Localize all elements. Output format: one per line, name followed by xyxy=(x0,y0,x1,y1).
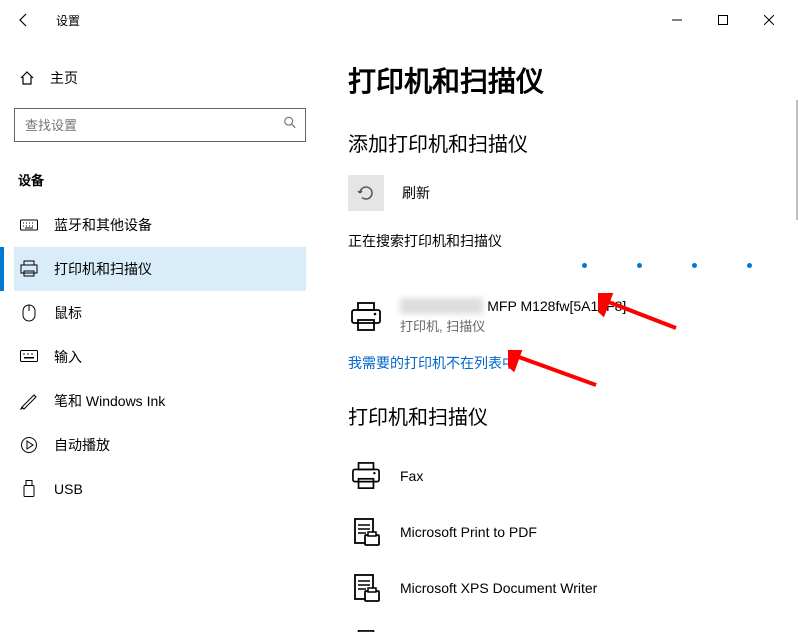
refresh-button[interactable] xyxy=(348,175,384,211)
home-label: 主页 xyxy=(50,68,78,88)
progress-dot xyxy=(692,263,697,268)
progress-dots xyxy=(348,263,772,268)
found-printer-item[interactable]: ████████ MFP M128fw[5A18F8] 打印机, 扫描仪 xyxy=(348,292,772,353)
sidebar-item-label: USB xyxy=(54,481,83,497)
device-item-onenote[interactable]: OneNote xyxy=(348,616,772,632)
keyboard-icon xyxy=(20,216,38,234)
document-printer-icon xyxy=(348,514,384,550)
sidebar-section-header: 设备 xyxy=(14,166,306,203)
sidebar-item-mouse[interactable]: 鼠标 xyxy=(14,291,306,335)
mouse-icon xyxy=(20,304,38,322)
arrow-left-icon xyxy=(16,12,32,28)
search-box[interactable] xyxy=(14,108,306,142)
close-button[interactable] xyxy=(746,4,792,36)
printer-icon xyxy=(20,260,38,278)
search-icon xyxy=(283,116,297,135)
document-printer-icon xyxy=(348,570,384,606)
sidebar-item-label: 蓝牙和其他设备 xyxy=(54,215,152,235)
printer-icon xyxy=(348,458,384,494)
back-button[interactable] xyxy=(8,4,40,36)
progress-dot xyxy=(582,263,587,268)
typing-icon xyxy=(20,348,38,366)
sidebar-item-label: 笔和 Windows Ink xyxy=(54,391,165,411)
redacted-text: ████████ xyxy=(400,298,483,314)
device-item-print-pdf[interactable]: Microsoft Print to PDF xyxy=(348,504,772,560)
refresh-row: 刷新 xyxy=(348,175,772,211)
device-item-fax[interactable]: Fax xyxy=(348,448,772,504)
sidebar-item-autoplay[interactable]: 自动播放 xyxy=(14,423,306,467)
sidebar-item-bluetooth[interactable]: 蓝牙和其他设备 xyxy=(14,203,306,247)
printer-icon xyxy=(348,626,384,632)
device-item-xps-writer[interactable]: Microsoft XPS Document Writer xyxy=(348,560,772,616)
sidebar-item-label: 打印机和扫描仪 xyxy=(54,259,152,279)
pen-icon xyxy=(20,392,38,410)
progress-dot xyxy=(637,263,642,268)
home-icon xyxy=(18,69,36,87)
found-printer-name: ████████ MFP M128fw[5A18F8] xyxy=(400,298,626,314)
device-name: Microsoft XPS Document Writer xyxy=(400,580,597,596)
device-name: Microsoft Print to PDF xyxy=(400,524,537,540)
refresh-icon xyxy=(356,183,376,203)
sidebar-item-pen[interactable]: 笔和 Windows Ink xyxy=(14,379,306,423)
device-name: Fax xyxy=(400,468,423,484)
sidebar: 主页 设备 蓝牙和其他设备 打印机和扫描仪 鼠标 xyxy=(0,40,320,632)
sidebar-item-label: 输入 xyxy=(54,347,82,367)
found-printer-subtitle: 打印机, 扫描仪 xyxy=(400,316,626,335)
minimize-icon xyxy=(672,15,682,25)
home-link[interactable]: 主页 xyxy=(14,60,306,96)
usb-icon xyxy=(20,480,38,498)
main-panel: 打印机和扫描仪 添加打印机和扫描仪 刷新 正在搜索打印机和扫描仪 ███████… xyxy=(320,40,800,632)
refresh-label: 刷新 xyxy=(402,183,430,203)
sidebar-item-label: 自动播放 xyxy=(54,435,110,455)
printer-not-listed-link[interactable]: 我需要的打印机不在列表中 xyxy=(348,353,772,373)
sidebar-item-usb[interactable]: USB xyxy=(14,467,306,511)
page-title: 打印机和扫描仪 xyxy=(348,60,772,100)
window-controls xyxy=(654,4,792,36)
scrollbar-thumb[interactable] xyxy=(796,100,798,220)
progress-dot xyxy=(747,263,752,268)
titlebar: 设置 xyxy=(0,0,800,40)
close-icon xyxy=(764,15,774,25)
sidebar-item-printers[interactable]: 打印机和扫描仪 xyxy=(14,247,306,291)
sidebar-item-typing[interactable]: 输入 xyxy=(14,335,306,379)
list-section-title: 打印机和扫描仪 xyxy=(348,401,772,430)
printer-icon xyxy=(348,299,384,335)
window-title: 设置 xyxy=(56,12,80,29)
autoplay-icon xyxy=(20,436,38,454)
search-input[interactable] xyxy=(15,109,305,141)
sidebar-item-label: 鼠标 xyxy=(54,303,82,323)
add-section-title: 添加打印机和扫描仪 xyxy=(348,128,772,157)
maximize-button[interactable] xyxy=(700,4,746,36)
searching-status: 正在搜索打印机和扫描仪 xyxy=(348,231,772,251)
minimize-button[interactable] xyxy=(654,4,700,36)
maximize-icon xyxy=(718,15,728,25)
